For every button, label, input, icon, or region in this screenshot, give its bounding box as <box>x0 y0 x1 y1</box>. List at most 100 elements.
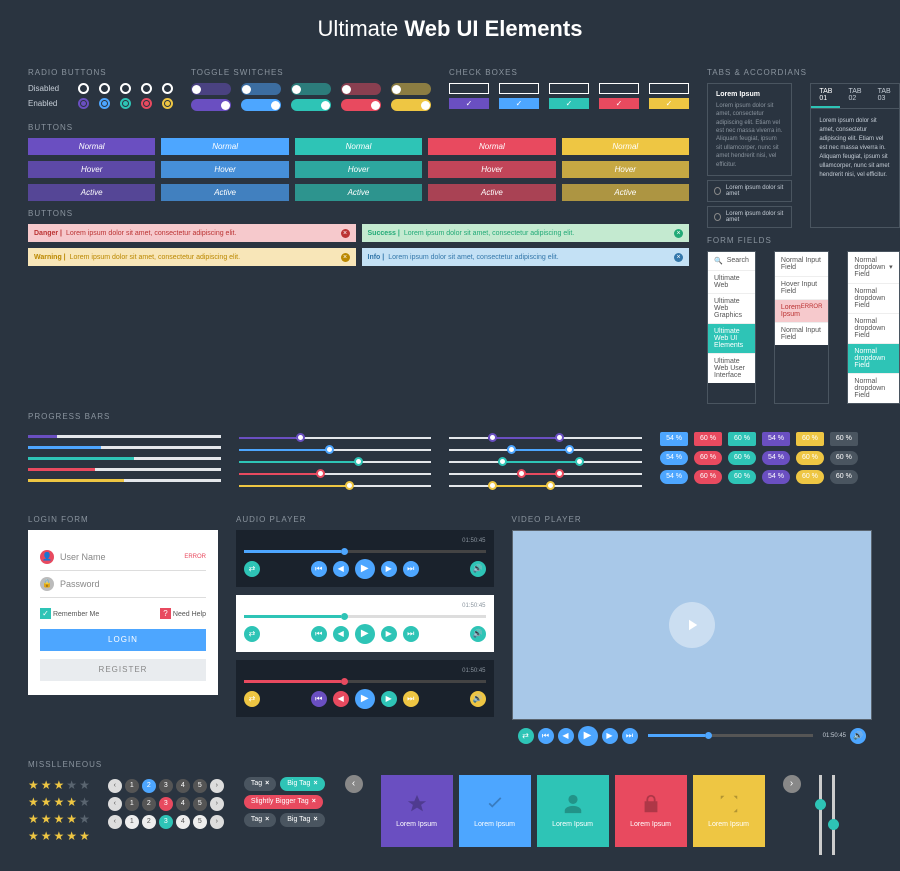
checkbox[interactable] <box>599 83 639 94</box>
remember-me[interactable]: ✓ Remember Me <box>40 608 99 619</box>
button[interactable]: Active <box>295 184 422 201</box>
next-icon[interactable]: ⏭ <box>403 691 419 707</box>
page-prev[interactable]: ‹ <box>108 815 122 829</box>
toggle[interactable] <box>191 99 231 111</box>
accordion-item[interactable]: Lorem ipsum dolor sit amet <box>707 180 792 202</box>
checkbox[interactable] <box>499 83 539 94</box>
button[interactable]: Normal <box>161 138 288 155</box>
radio[interactable] <box>78 83 89 94</box>
close-icon[interactable]: × <box>265 816 269 823</box>
close-icon[interactable]: × <box>265 780 269 787</box>
slider[interactable] <box>239 449 432 451</box>
page-number[interactable]: 4 <box>176 779 190 793</box>
search-option[interactable]: Ultimate Web Graphics <box>708 293 755 323</box>
need-help[interactable]: ? Need Help <box>160 608 206 619</box>
button[interactable]: Hover <box>562 161 689 178</box>
toggle[interactable] <box>341 83 381 95</box>
login-button[interactable]: LOGIN <box>40 629 206 651</box>
close-icon[interactable]: × <box>341 229 350 238</box>
forward-icon[interactable]: ▶ <box>602 728 618 744</box>
toggle[interactable] <box>391 83 431 95</box>
checkbox[interactable]: ✓ <box>449 98 489 109</box>
volume-icon[interactable]: 🔊 <box>470 691 486 707</box>
tile[interactable]: Lorem Ipsum <box>537 775 609 847</box>
slider[interactable] <box>239 437 432 439</box>
volume-icon[interactable]: 🔊 <box>470 561 486 577</box>
button[interactable]: Active <box>28 184 155 201</box>
dropdown-option[interactable]: Normal dropdown Field <box>848 343 898 373</box>
dropdown-option[interactable]: Normal dropdown Field <box>848 313 898 343</box>
page-prev[interactable]: ‹ <box>108 779 122 793</box>
shuffle-icon[interactable]: ⇄ <box>244 691 260 707</box>
button[interactable]: Normal <box>295 138 422 155</box>
checkbox[interactable]: ✓ <box>549 98 589 109</box>
slider[interactable] <box>239 485 432 487</box>
vertical-slider[interactable] <box>832 775 835 855</box>
button[interactable]: Hover <box>295 161 422 178</box>
next-icon[interactable]: ⏭ <box>403 626 419 642</box>
password-field[interactable]: 🔒Password <box>40 571 206 598</box>
page-number[interactable]: 3 <box>159 815 173 829</box>
accordion-item[interactable]: Lorem ipsum dolor sit amet <box>707 206 792 228</box>
prev-icon[interactable]: ⏮ <box>311 691 327 707</box>
close-icon[interactable]: × <box>312 798 316 805</box>
button[interactable]: Normal <box>28 138 155 155</box>
radio[interactable] <box>120 83 131 94</box>
radio[interactable] <box>162 83 173 94</box>
search-input[interactable]: 🔍 Search <box>708 252 755 270</box>
button[interactable]: Active <box>428 184 555 201</box>
nav-prev[interactable]: ‹ <box>345 775 363 793</box>
dropdown-option[interactable]: Normal dropdown Field <box>848 373 898 403</box>
play-icon[interactable]: ▶ <box>355 624 375 644</box>
radio[interactable]: .radio.on[style*='#4da6ff']::after{backg… <box>99 98 110 109</box>
button[interactable]: Normal <box>562 138 689 155</box>
dropdown[interactable]: Normal dropdown Field▾ <box>848 252 898 283</box>
toggle[interactable] <box>291 83 331 95</box>
page-next[interactable]: › <box>210 815 224 829</box>
shuffle-icon[interactable]: ⇄ <box>244 561 260 577</box>
forward-icon[interactable]: ▶ <box>381 691 397 707</box>
input-option[interactable]: Hover Input Field <box>775 276 829 299</box>
vertical-slider[interactable] <box>819 775 822 855</box>
radio[interactable]: .radio.on[style*='#eec643']::after{backg… <box>162 98 173 109</box>
radio[interactable] <box>141 83 152 94</box>
page-number[interactable]: 5 <box>193 779 207 793</box>
page-next[interactable]: › <box>210 779 224 793</box>
input-option[interactable]: Normal Input Field <box>775 322 829 345</box>
page-number[interactable]: 4 <box>176 815 190 829</box>
tile[interactable]: Lorem Ipsum <box>381 775 453 847</box>
forward-icon[interactable]: ▶ <box>381 626 397 642</box>
rewind-icon[interactable]: ◀ <box>333 561 349 577</box>
range-slider[interactable] <box>449 485 642 487</box>
play-icon[interactable]: ▶ <box>578 726 598 746</box>
play-icon[interactable]: ▶ <box>355 689 375 709</box>
star-rating[interactable]: ★★★★★ <box>28 812 90 826</box>
dropdown-option[interactable]: Normal dropdown Field <box>848 283 898 313</box>
button[interactable]: Active <box>161 184 288 201</box>
search-option[interactable]: Ultimate Web UI Elements <box>708 323 755 353</box>
play-icon[interactable] <box>669 602 715 648</box>
toggle[interactable] <box>341 99 381 111</box>
close-icon[interactable]: × <box>341 253 350 262</box>
radio[interactable]: .radio.on[style*='#e84a5f']::after{backg… <box>141 98 152 109</box>
range-slider[interactable] <box>449 461 642 463</box>
rewind-icon[interactable]: ◀ <box>558 728 574 744</box>
toggle[interactable] <box>241 99 281 111</box>
page-number[interactable]: 2 <box>142 815 156 829</box>
page-number[interactable]: 5 <box>193 815 207 829</box>
play-icon[interactable]: ▶ <box>355 559 375 579</box>
tag[interactable]: Big Tag × <box>280 777 324 791</box>
video-player[interactable] <box>512 530 873 720</box>
tag[interactable]: Tag × <box>244 777 276 791</box>
tag[interactable]: Slightly Bigger Tag × <box>244 795 323 809</box>
tag[interactable]: Tag × <box>244 813 276 827</box>
checkbox[interactable] <box>449 83 489 94</box>
button[interactable]: Active <box>562 184 689 201</box>
button[interactable]: Normal <box>428 138 555 155</box>
radio[interactable]: .radio.on[style*='#2ec4b6']::after{backg… <box>120 98 131 109</box>
page-number[interactable]: 1 <box>125 815 139 829</box>
close-icon[interactable]: × <box>674 253 683 262</box>
forward-icon[interactable]: ▶ <box>381 561 397 577</box>
tile[interactable]: Lorem Ipsum <box>615 775 687 847</box>
star-rating[interactable]: ★★★★★ <box>28 829 90 843</box>
